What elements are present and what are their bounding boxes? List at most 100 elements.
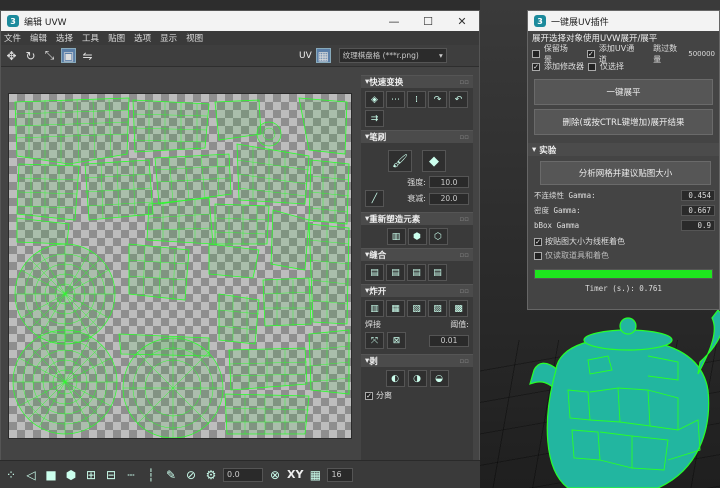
menu-file[interactable]: 文件 [4, 32, 21, 44]
flatten-custom-icon[interactable]: ▩ [449, 300, 468, 317]
rotate-icon[interactable]: ↻ [23, 48, 38, 63]
ring-select-icon[interactable]: ┆ [143, 467, 159, 483]
menu-mapping[interactable]: 贴图 [108, 32, 125, 44]
peel-mode-icon[interactable]: ◒ [429, 370, 449, 387]
param-label: 密度 Gamma: [534, 206, 581, 215]
menu-edit[interactable]: 编辑 [30, 32, 47, 44]
straighten-icon[interactable]: ▥ [386, 228, 406, 245]
stitch-to-source-icon[interactable]: ▤ [407, 264, 426, 281]
gear-icon[interactable]: ⚙ [203, 467, 219, 483]
selection-only-checkbox[interactable] [588, 62, 596, 71]
uv-island [308, 329, 350, 395]
delete-result-button[interactable]: 删除(或按CTRL键增加)展开结果 [534, 109, 713, 135]
rollout-title: 炸开 [369, 287, 387, 297]
add-modifier-checkbox[interactable]: ✓ [532, 62, 540, 71]
weld-label: 焊接 [365, 320, 381, 329]
weld-all-icon[interactable]: ⊠ [387, 332, 406, 349]
stitch-to-target-icon[interactable]: ▤ [365, 264, 384, 281]
add-uv-channel-checkbox[interactable]: ✓ [587, 49, 595, 58]
relax-cube-icon[interactable]: ⬢ [407, 228, 427, 245]
align-vertical-icon[interactable]: ⁞ [407, 91, 426, 108]
weld-selected-icon[interactable]: ⤧ [365, 332, 384, 349]
paint-select-icon[interactable]: ⊘ [183, 467, 199, 483]
mirror-icon[interactable]: ⇋ [80, 48, 95, 63]
break-icon[interactable]: ▥ [365, 300, 384, 317]
close-button[interactable]: ✕ [445, 15, 479, 28]
rollout-peel[interactable]: ▾ 剥 ▫▫ [361, 354, 473, 367]
progress-bar [534, 269, 713, 279]
density-gamma-field[interactable]: 0.667 [681, 205, 715, 216]
relax-brush-icon[interactable]: ◆ [422, 150, 446, 172]
shrink-select-icon[interactable]: ⊟ [103, 467, 119, 483]
strength-spinner[interactable]: 10.0 [429, 176, 469, 188]
rotate-90-ccw-icon[interactable]: ↶ [449, 91, 468, 108]
bbox-gamma-field[interactable]: 0.9 [681, 220, 715, 231]
progress-fill [535, 270, 712, 278]
pin-icon[interactable]: ✎ [163, 467, 179, 483]
grid-size-field[interactable]: 16 [327, 467, 354, 482]
menu-display[interactable]: 显示 [160, 32, 177, 44]
edge-select-icon[interactable]: ◁ [23, 467, 39, 483]
menu-options[interactable]: 选项 [134, 32, 151, 44]
experiment-section-header[interactable]: ▾ 实验 [528, 143, 719, 156]
grid-snap-icon[interactable]: ▦ [307, 467, 323, 483]
uv-canvas[interactable] [8, 93, 352, 439]
grow-select-icon[interactable]: ⊞ [83, 467, 99, 483]
flatten-button[interactable]: 一键展平 [534, 79, 713, 105]
maximize-button[interactable]: ☐ [411, 15, 445, 28]
checker-toggle-icon[interactable]: ▦ [315, 48, 331, 63]
uv-island [308, 159, 350, 225]
discontinuity-gamma-field[interactable]: 0.454 [681, 190, 715, 201]
falloff-curve-icon[interactable]: ╱ [365, 190, 384, 207]
scale-icon[interactable]: ⤡ [42, 48, 57, 63]
menu-select[interactable]: 选择 [56, 32, 73, 44]
read-only-checkbox[interactable] [534, 251, 542, 260]
rotation-field[interactable]: 0.0 [223, 467, 263, 482]
vertex-select-icon[interactable]: ⁘ [3, 467, 19, 483]
rollout-explode[interactable]: ▾ 炸开 ▫▫ [361, 284, 473, 297]
loop-select-icon[interactable]: ┄ [123, 467, 139, 483]
plugin-titlebar[interactable]: 3 一键展UV插件 [528, 11, 719, 31]
peel-quick-icon[interactable]: ◐ [385, 370, 405, 387]
freeform-icon[interactable]: ▣ [61, 48, 76, 63]
texture-dropdown[interactable]: 纹理棋盘格 (***r.png) ▾ [338, 48, 447, 63]
stitch-custom-icon[interactable]: ▤ [428, 264, 447, 281]
minimize-button[interactable]: — [377, 15, 411, 28]
flatten-by-material-icon[interactable]: ▨ [428, 300, 447, 317]
unfold-cube-icon[interactable]: ⬡ [428, 228, 448, 245]
distribute-icon[interactable]: ⇉ [365, 110, 384, 127]
menu-view[interactable]: 视图 [186, 32, 203, 44]
uv-island [132, 99, 210, 153]
align-horizontal-icon[interactable]: ⋯ [386, 91, 405, 108]
peel-reset-icon[interactable]: ◑ [407, 370, 427, 387]
falloff-spinner[interactable]: 20.0 [429, 192, 469, 205]
xy-toggle[interactable]: XY [287, 468, 303, 481]
plugin-window[interactable]: 3 一键展UV插件 展开选择对象使用UVW展开/展平 保留场景 ✓ 添加UV通道 … [527, 10, 720, 310]
lock-icon[interactable]: ⊗ [267, 467, 283, 483]
analyze-mesh-button[interactable]: 分析网格并建议贴图大小 [540, 161, 711, 185]
rollout-stitch[interactable]: ▾ 缝合 ▫▫ [361, 248, 473, 261]
keep-scene-checkbox[interactable] [532, 49, 540, 58]
skip-count-field[interactable]: 500000 [688, 50, 715, 58]
selection-only-label: 仅选择 [600, 62, 624, 71]
align-center-icon[interactable]: ◈ [365, 91, 384, 108]
detach-checkbox[interactable]: ✓ [365, 391, 373, 400]
flatten-by-smoothing-icon[interactable]: ▧ [407, 300, 426, 317]
rollout-quick-transform[interactable]: ▾ 快速变换 ▫▫ [361, 75, 473, 88]
rollout-reshape[interactable]: ▾ 重新塑造元素 ▫▫ [361, 212, 473, 225]
element-select-icon[interactable]: ⬢ [63, 467, 79, 483]
teapot-model[interactable] [528, 300, 720, 488]
stitch-average-icon[interactable]: ▤ [386, 264, 405, 281]
wire-color-checkbox[interactable]: ✓ [534, 237, 542, 246]
rotate-90-cw-icon[interactable]: ↷ [428, 91, 447, 108]
menu-tools[interactable]: 工具 [82, 32, 99, 44]
rollout-brush[interactable]: ▾ 笔刷 ▫▫ [361, 130, 473, 143]
uvw-titlebar[interactable]: 3 编辑 UVW — ☐ ✕ [1, 11, 479, 31]
threshold-spinner[interactable]: 0.01 [429, 334, 469, 347]
uv-island [308, 223, 350, 325]
move-icon[interactable]: ✥ [4, 48, 19, 63]
face-select-icon[interactable]: ■ [43, 467, 59, 483]
flatten-by-polygon-icon[interactable]: ▦ [386, 300, 405, 317]
wire-color-label: 按贴图大小为线框着色 [545, 237, 625, 246]
paint-brush-icon[interactable]: 🖌 [388, 150, 412, 172]
